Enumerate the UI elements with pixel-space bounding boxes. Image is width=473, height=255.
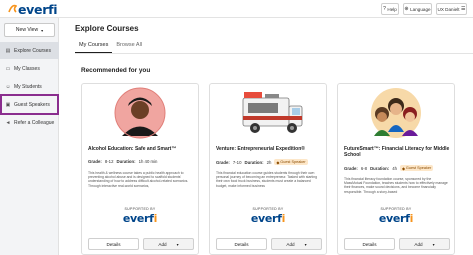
- help-label: Help: [387, 6, 397, 12]
- details-button[interactable]: Details: [216, 238, 267, 250]
- duration-label: Duration:: [116, 159, 136, 164]
- guest-speaker-badge: ◆ Guest Speaker: [399, 165, 434, 171]
- details-button[interactable]: Details: [344, 238, 395, 250]
- sidebar-item-label: My Students: [14, 83, 42, 90]
- course-image: [338, 84, 454, 142]
- new-view-button[interactable]: New View ▾: [4, 23, 55, 37]
- supported-by-label: SUPPORTED BY: [380, 207, 412, 211]
- everfi-logo-mark-icon: [8, 4, 17, 13]
- supported-by-label: SUPPORTED BY: [124, 207, 156, 211]
- logo-text: everfi: [18, 1, 58, 17]
- sidebar-item-label: Explore Courses: [14, 47, 51, 54]
- add-label: Add: [286, 241, 295, 247]
- person-portrait-icon: [114, 87, 166, 139]
- sponsor-logo: everfi: [250, 212, 286, 225]
- duration-label: Duration:: [370, 165, 390, 171]
- duration-value: 1h 40 min: [138, 159, 158, 164]
- grade-value: 6-8: [360, 165, 368, 171]
- folder-icon: ▭: [5, 65, 11, 72]
- tab-my-courses[interactable]: My Courses: [75, 40, 113, 53]
- course-description: This financial education course guides s…: [216, 171, 317, 188]
- course-title: FutureSmart™: Financial Literacy for Mid…: [344, 146, 450, 158]
- sidebar-item-refer-a-colleague[interactable]: ◄ Refer a Colleague: [0, 114, 59, 131]
- badge-label: Guest Speaker: [280, 160, 306, 164]
- grade-value: 8-12: [104, 159, 114, 164]
- add-label: Add: [158, 241, 167, 247]
- tabs-divider: [75, 53, 473, 54]
- wordmark-letter: i: [53, 1, 58, 17]
- new-view-label: New View: [15, 27, 39, 33]
- speaker-icon: ◆: [276, 160, 280, 165]
- user-label: UX Danielt: [437, 6, 460, 12]
- course-description: This financial literacy foundation cours…: [344, 177, 448, 194]
- grade-label: Grade:: [216, 159, 230, 165]
- add-button[interactable]: Add ▾: [271, 238, 322, 250]
- wordmark-letter: i: [409, 212, 414, 225]
- course-meta: Grade: 6-8 Duration: 4h ◆ Guest Speaker: [344, 165, 434, 171]
- duration-label: Duration:: [244, 159, 264, 165]
- recommended-heading: Recommended for you: [81, 67, 151, 74]
- sponsor-logo: everfi: [122, 212, 158, 225]
- add-label: Add: [414, 241, 423, 247]
- duration-value: 4h: [392, 165, 397, 171]
- course-title: Alcohol Education: Safe and Smart™: [88, 146, 177, 152]
- language-button[interactable]: ⊕ Language: [403, 3, 432, 15]
- sidebar: New View ▾ ▤ Explore Courses ▭ My Classe…: [0, 18, 59, 255]
- book-icon: ▤: [5, 47, 11, 54]
- everfi-logo[interactable]: everfi: [8, 1, 58, 17]
- students-icon: ☺: [5, 83, 11, 90]
- megaphone-icon: ◄: [5, 119, 11, 126]
- course-card-alcohol-education: Alcohol Education: Safe and Smart™ Grade…: [81, 83, 199, 255]
- page-title: Explore Courses: [75, 24, 139, 33]
- add-button[interactable]: Add ▾: [399, 238, 450, 250]
- course-card-venture: Venture: Entrepreneurial Expedition® Gra…: [209, 83, 327, 255]
- user-menu-button[interactable]: UX Danielt ☰: [436, 3, 467, 15]
- course-image: [82, 84, 198, 142]
- chevron-down-icon: ▾: [176, 241, 179, 247]
- course-description: This health & wellness course takes a pu…: [88, 171, 189, 188]
- wordmark-letter: i: [153, 212, 158, 225]
- chevron-down-icon: ▾: [41, 27, 44, 33]
- details-button[interactable]: Details: [88, 238, 139, 250]
- guest-speakers-highlight-box: [0, 94, 59, 115]
- help-icon: ?: [383, 5, 386, 12]
- grade-label: Grade:: [88, 159, 102, 164]
- grade-label: Grade:: [344, 165, 358, 171]
- add-button[interactable]: Add ▾: [143, 238, 194, 250]
- course-tabs: My Courses Browse All: [75, 40, 146, 53]
- food-truck-icon: [242, 92, 303, 133]
- wordmark-letter: i: [281, 212, 286, 225]
- course-title: Venture: Entrepreneurial Expedition®: [216, 146, 305, 152]
- speaker-icon: ◆: [401, 166, 405, 171]
- sidebar-item-label: My Classes: [14, 65, 40, 72]
- sidebar-item-explore-courses[interactable]: ▤ Explore Courses: [0, 42, 59, 59]
- sidebar-item-label: Refer a Colleague: [14, 119, 55, 126]
- supported-by-label: SUPPORTED BY: [252, 207, 284, 211]
- sidebar-item-my-classes[interactable]: ▭ My Classes: [0, 60, 59, 77]
- duration-value: 2h: [266, 159, 272, 165]
- top-bar: everfi ? Help ⊕ Language UX Danielt ☰: [0, 0, 473, 18]
- grade-value: 7-10: [232, 159, 242, 165]
- badge-label: Guest Speaker: [405, 166, 432, 170]
- help-button[interactable]: ? Help: [381, 3, 399, 15]
- user-menu-icon: ☰: [460, 5, 466, 12]
- course-meta: Grade: 7-10 Duration: 2h ◆ Guest Speaker: [216, 159, 308, 165]
- language-label: Language: [410, 6, 431, 12]
- sponsor-logo: everfi: [378, 212, 414, 225]
- course-image: [210, 84, 326, 142]
- course-meta: Grade: 8-12 Duration: 1h 40 min: [88, 159, 157, 164]
- character-portrait-icon: [371, 88, 421, 138]
- guest-speaker-badge: ◆ Guest Speaker: [274, 159, 308, 165]
- course-card-futuresmart: FutureSmart™: Financial Literacy for Mid…: [337, 83, 455, 255]
- sidebar-item-my-students[interactable]: ☺ My Students: [0, 78, 59, 95]
- chevron-down-icon: ▾: [304, 241, 307, 247]
- globe-icon: ⊕: [404, 5, 409, 12]
- tab-browse-all[interactable]: Browse All: [112, 40, 146, 53]
- chevron-down-icon: ▾: [432, 241, 435, 247]
